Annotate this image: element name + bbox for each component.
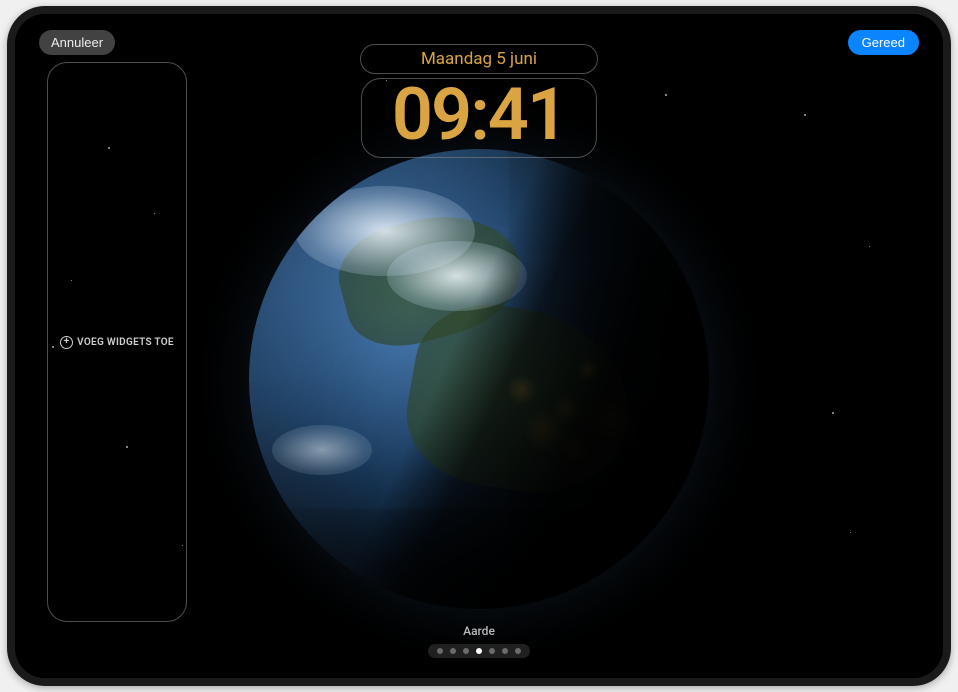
page-dot xyxy=(489,648,495,654)
widget-panel[interactable]: + VOEG WIDGETS TOE xyxy=(47,62,187,622)
page-dot xyxy=(502,648,508,654)
page-dot xyxy=(515,648,521,654)
page-dot-active xyxy=(476,648,482,654)
earth-image xyxy=(249,149,709,609)
time-text: 09:41 xyxy=(392,79,566,151)
wallpaper-name-label: Aarde xyxy=(463,624,495,638)
add-widgets-label: VOEG WIDGETS TOE xyxy=(77,337,174,348)
date-widget[interactable]: Maandag 5 juni xyxy=(360,44,598,74)
time-widget[interactable]: 09:41 xyxy=(361,78,597,158)
page-dot xyxy=(437,648,443,654)
device-frame: Annuleer Gereed + VOEG WIDGETS TOE Maand… xyxy=(7,6,951,686)
add-widgets-button[interactable]: + VOEG WIDGETS TOE xyxy=(60,336,174,349)
lock-screen-editor: Annuleer Gereed + VOEG WIDGETS TOE Maand… xyxy=(15,14,943,678)
page-dot xyxy=(450,648,456,654)
page-indicator[interactable] xyxy=(428,644,530,658)
date-text: Maandag 5 juni xyxy=(421,49,537,69)
plus-circle-icon: + xyxy=(60,336,73,349)
cancel-button[interactable]: Annuleer xyxy=(39,30,115,55)
page-dot xyxy=(463,648,469,654)
done-button[interactable]: Gereed xyxy=(848,30,919,55)
